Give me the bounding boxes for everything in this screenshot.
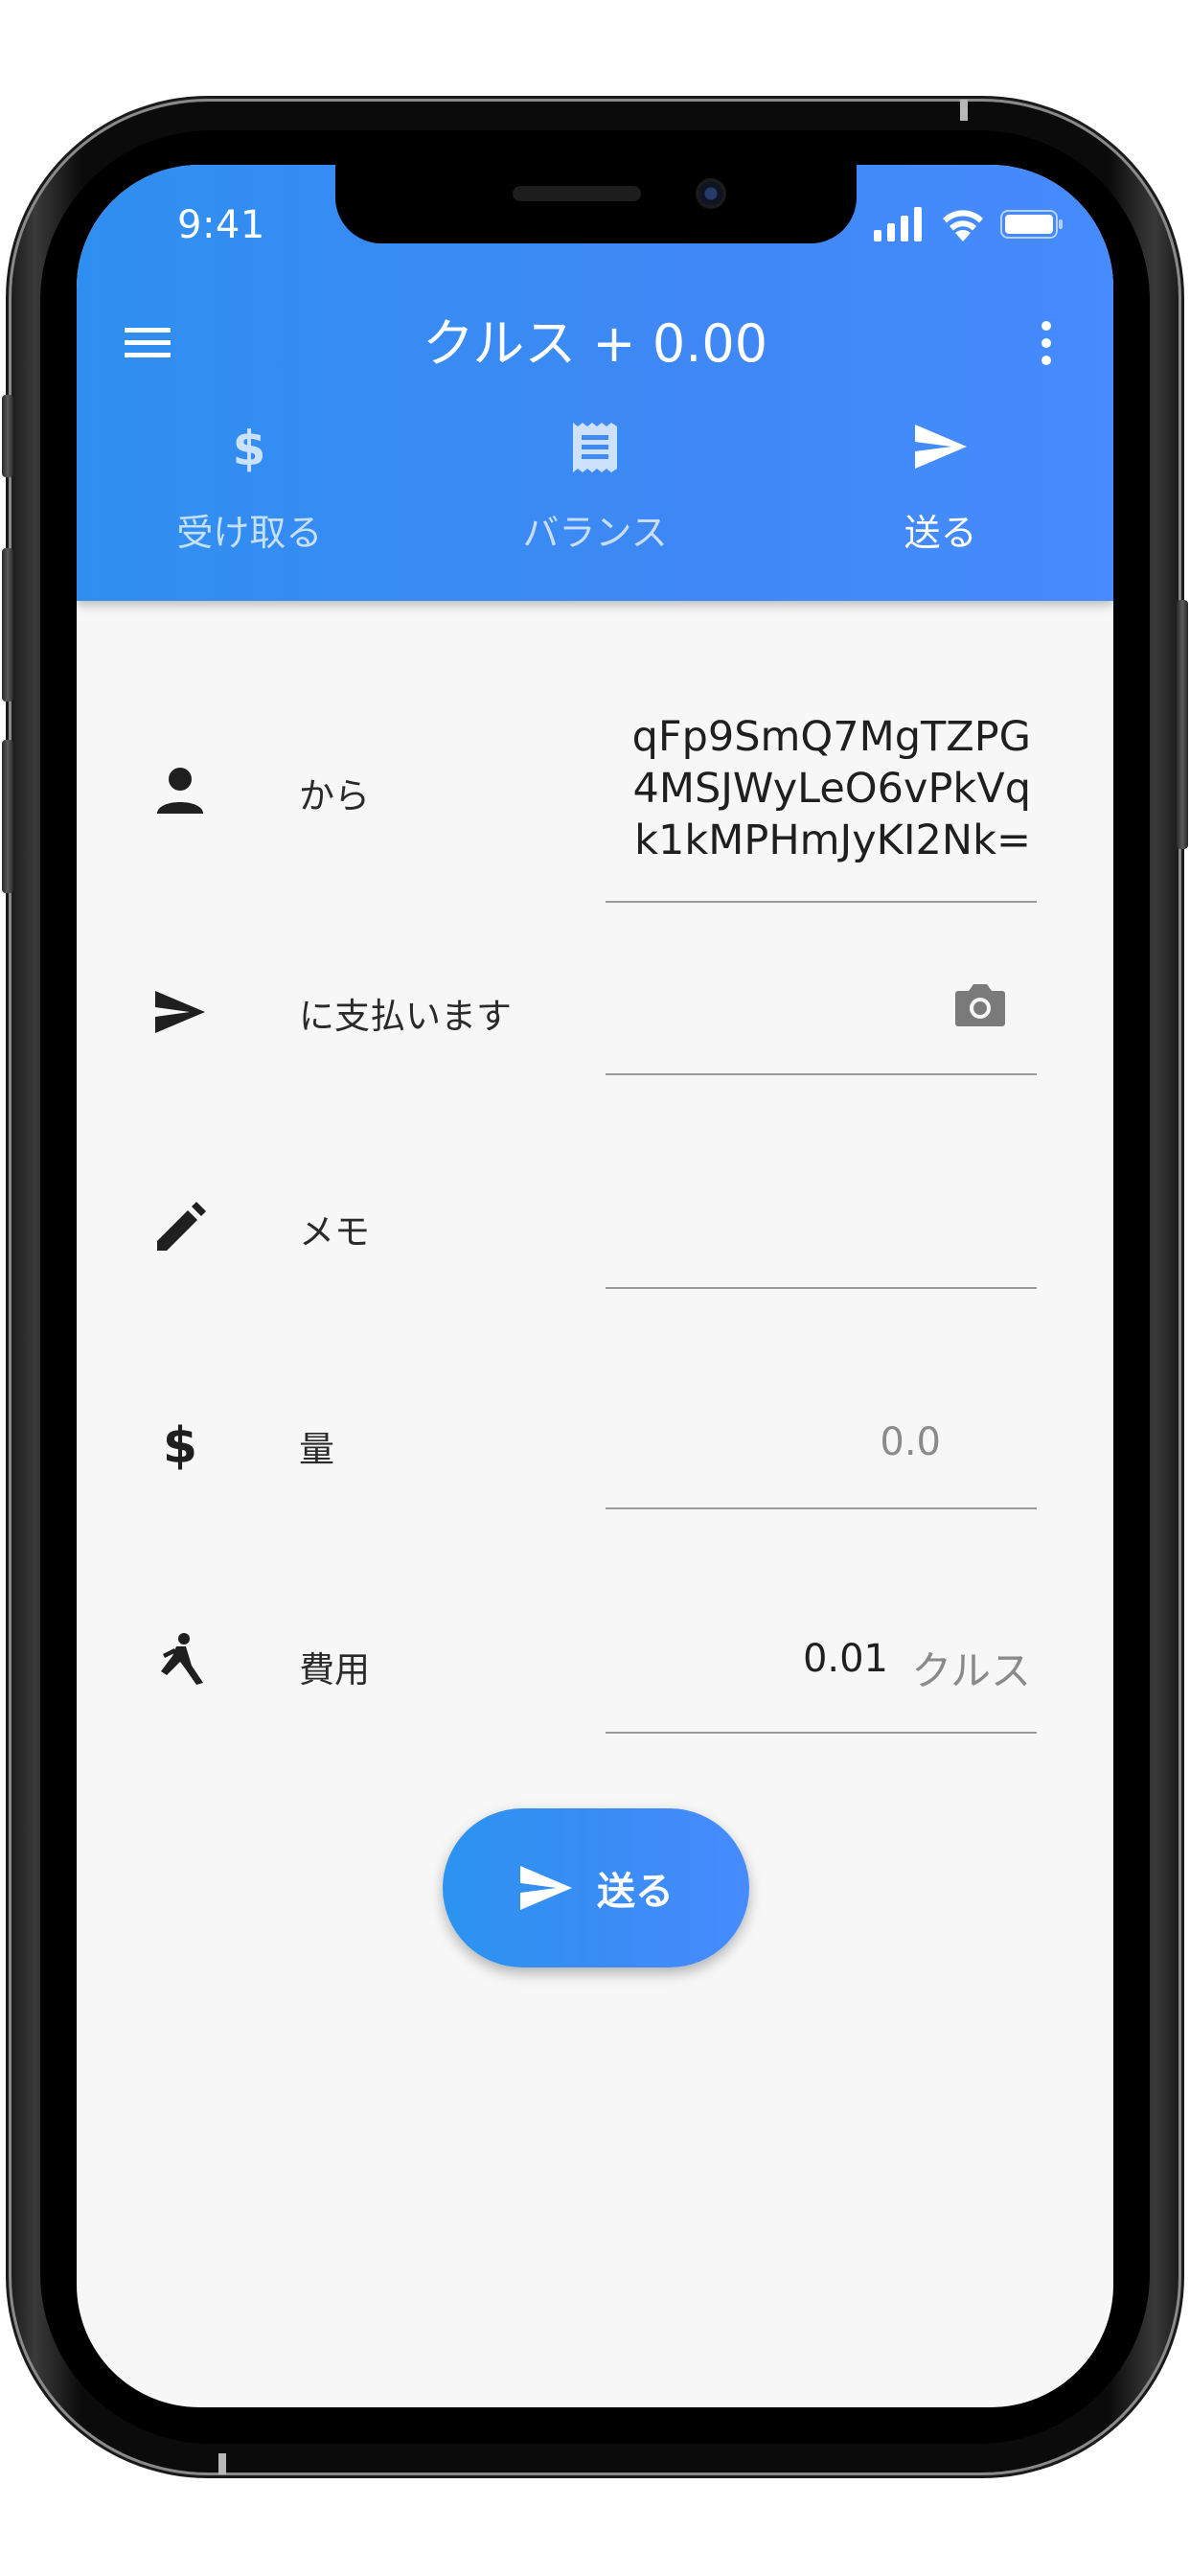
from-label: から [299,775,370,816]
dollar-icon: $ [163,1417,197,1470]
battery-icon [1000,210,1063,239]
amount-placeholder: 0.0 [880,1420,941,1464]
cellular-signal-icon [874,207,922,242]
notch [335,165,857,243]
tab-balance[interactable]: バランス [423,419,768,601]
wifi-icon [943,210,983,242]
pay-to-label: に支払います [299,996,512,1037]
tab-send[interactable]: 送る [767,419,1113,601]
pencil-icon [157,1202,206,1251]
person-icon [157,768,203,814]
from-row: から qFp9SmQ7MgTZPG 4MSJWyLeO6vPkVq k1kMPH… [77,711,1113,932]
send-icon [914,425,967,469]
memo-row: メモ [77,1176,1113,1329]
status-icons [872,203,1064,245]
volume-up-button [2,548,13,702]
svg-text:$: $ [233,421,266,474]
page-title: クルス + 0.00 [422,313,768,374]
pay-to-field[interactable] [606,960,1037,1075]
receipt-icon [573,423,617,472]
more-vert-icon[interactable] [1035,314,1058,372]
front-camera [696,178,726,209]
pay-to-row: に支払います [77,960,1113,1114]
fee-label: 費用 [299,1649,370,1690]
amount-row: $ 量 0.0 [77,1392,1113,1554]
volume-down-button [2,740,13,893]
antenna-line [218,2453,226,2474]
memo-field[interactable] [606,1176,1037,1289]
svg-text:$: $ [163,1417,197,1470]
tab-send-label: 送る [904,512,977,554]
mute-switch [2,395,13,477]
antenna-line [960,100,968,121]
fee-row: 費用 0.01 クルス [77,1612,1113,1775]
amount-label: 量 [299,1429,334,1470]
tab-balance-label: バランス [522,512,668,554]
send-button[interactable]: 送る [443,1808,749,1967]
fee-field[interactable]: 0.01 クルス [606,1612,1037,1734]
speaker-grille [513,186,641,201]
fee-unit: クルス [911,1647,1031,1694]
walking-icon [161,1633,203,1685]
status-time: 9:41 [177,203,265,247]
dollar-icon: $ [233,421,266,474]
memo-label: メモ [299,1211,370,1253]
tab-receive-label: 受け取る [176,512,323,554]
phone-screen: 9:41 クルス + 0.00 $ 受け取る バランス 送る から qFp9Sm… [77,165,1113,2407]
power-button [1177,600,1188,849]
send-icon [155,991,205,1033]
from-address: qFp9SmQ7MgTZPG 4MSJWyLeO6vPkVq k1kMPHmJy… [631,713,1031,864]
send-icon [520,1866,572,1910]
tab-bar: $ 受け取る バランス 送る [77,419,1113,601]
tab-receive[interactable]: $ 受け取る [77,419,423,601]
send-button-label: 送る [597,1870,674,1914]
camera-icon[interactable] [954,981,1006,1027]
from-field[interactable]: qFp9SmQ7MgTZPG 4MSJWyLeO6vPkVq k1kMPHmJy… [606,711,1037,903]
amount-field[interactable]: 0.0 [606,1392,1037,1509]
fee-value: 0.01 [802,1637,888,1681]
